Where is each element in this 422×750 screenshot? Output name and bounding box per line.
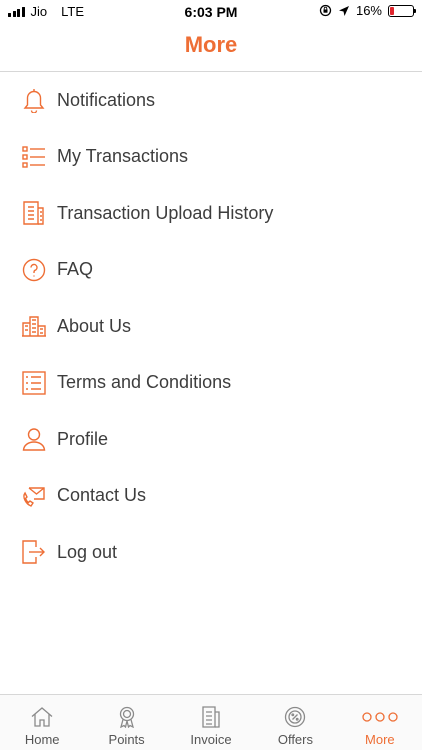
menu-item-transaction-upload-history[interactable]: Transaction Upload History [0, 185, 422, 242]
user-icon [22, 426, 46, 452]
menu-item-contact-us[interactable]: Contact Us [0, 468, 422, 525]
logout-icon [22, 539, 46, 565]
page-title: More [184, 32, 238, 57]
menu-list: Notifications My Transactions Transactio… [0, 72, 422, 581]
tab-home[interactable]: Home [0, 695, 84, 750]
orientation-lock-icon [319, 4, 332, 17]
menu-item-label: Notifications [57, 89, 156, 110]
tab-label: Home [24, 732, 60, 747]
building-icon [22, 313, 46, 339]
phone-mail-icon [22, 483, 46, 509]
tab-points[interactable]: Points [84, 695, 168, 750]
question-icon [22, 257, 46, 283]
status-bar: Jio LTE 6:03 PM 16% [0, 0, 422, 24]
more-icon [362, 706, 398, 728]
battery-fill [390, 6, 394, 15]
tab-label: Invoice [190, 732, 232, 747]
tab-label: Points [108, 732, 145, 747]
tab-more[interactable]: More [338, 695, 422, 750]
menu-item-notifications[interactable]: Notifications [0, 72, 422, 129]
battery-percent: 16% [355, 3, 382, 18]
tab-label: Offers [277, 732, 313, 747]
tab-offers[interactable]: Offers [253, 695, 337, 750]
battery-icon [388, 4, 416, 17]
invoice-icon [201, 706, 221, 728]
menu-item-terms-and-conditions[interactable]: Terms and Conditions [0, 355, 422, 412]
menu-item-label: Log out [57, 541, 118, 562]
home-icon [31, 706, 53, 728]
status-right: 16% [319, 3, 416, 18]
menu-item-label: Transaction Upload History [57, 202, 274, 223]
menu-item-label: About Us [57, 315, 132, 336]
location-arrow-icon [338, 5, 349, 16]
bell-icon [22, 87, 46, 114]
offer-icon [284, 706, 306, 728]
menu-item-label: FAQ [57, 259, 94, 280]
menu-item-label: Profile [57, 428, 109, 449]
list-icon [22, 144, 46, 170]
tab-invoice[interactable]: Invoice [169, 695, 253, 750]
tab-label: More [365, 732, 395, 747]
menu-item-label: My Transactions [57, 146, 189, 167]
tab-bar: Home Points Invoice Offers More [0, 694, 422, 750]
receipt-icon [22, 200, 46, 226]
menu-item-label: Terms and Conditions [57, 372, 232, 393]
title-bar: More [0, 24, 422, 72]
menu-item-faq[interactable]: FAQ [0, 242, 422, 299]
menu-item-my-transactions[interactable]: My Transactions [0, 129, 422, 186]
menu-item-label: Contact Us [57, 485, 147, 506]
menu-item-profile[interactable]: Profile [0, 411, 422, 468]
menu-item-about-us[interactable]: About Us [0, 298, 422, 355]
checklist-icon [22, 370, 46, 396]
menu-item-log-out[interactable]: Log out [0, 524, 422, 581]
award-icon [117, 706, 137, 728]
